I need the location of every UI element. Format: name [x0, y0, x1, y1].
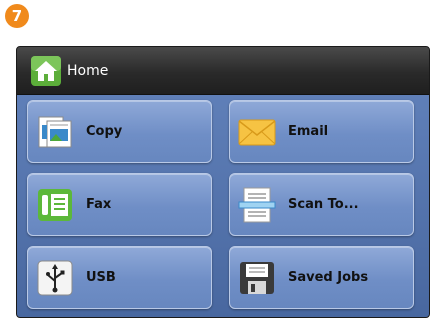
home-icon: [31, 55, 61, 86]
title-bar: Home: [17, 47, 429, 95]
usb-button[interactable]: USB: [27, 246, 212, 309]
saved-jobs-button[interactable]: Saved Jobs: [229, 246, 414, 309]
fax-icon: [38, 188, 72, 221]
copy-icon: [38, 116, 72, 147]
fax-label: Fax: [86, 197, 112, 212]
device-screen: Home Copy Email Fax Scan To... USB Saved…: [16, 46, 430, 318]
app-grid: Copy Email Fax Scan To... USB Saved Jobs: [17, 95, 429, 317]
saved-jobs-label: Saved Jobs: [288, 270, 369, 285]
email-icon: [238, 119, 276, 145]
scan-icon: [238, 187, 276, 222]
step-number: 7: [11, 7, 23, 25]
email-label: Email: [288, 124, 329, 139]
email-button[interactable]: Email: [229, 100, 414, 163]
copy-button[interactable]: Copy: [27, 100, 212, 163]
scan-to-button[interactable]: Scan To...: [229, 173, 414, 236]
page-title: Home: [67, 62, 109, 79]
step-number-badge: 7: [5, 4, 29, 28]
saved-jobs-icon: [240, 261, 274, 294]
copy-label: Copy: [86, 124, 123, 139]
usb-label: USB: [86, 270, 116, 285]
fax-button[interactable]: Fax: [27, 173, 212, 236]
usb-icon: [37, 260, 73, 295]
scan-to-label: Scan To...: [288, 197, 359, 212]
